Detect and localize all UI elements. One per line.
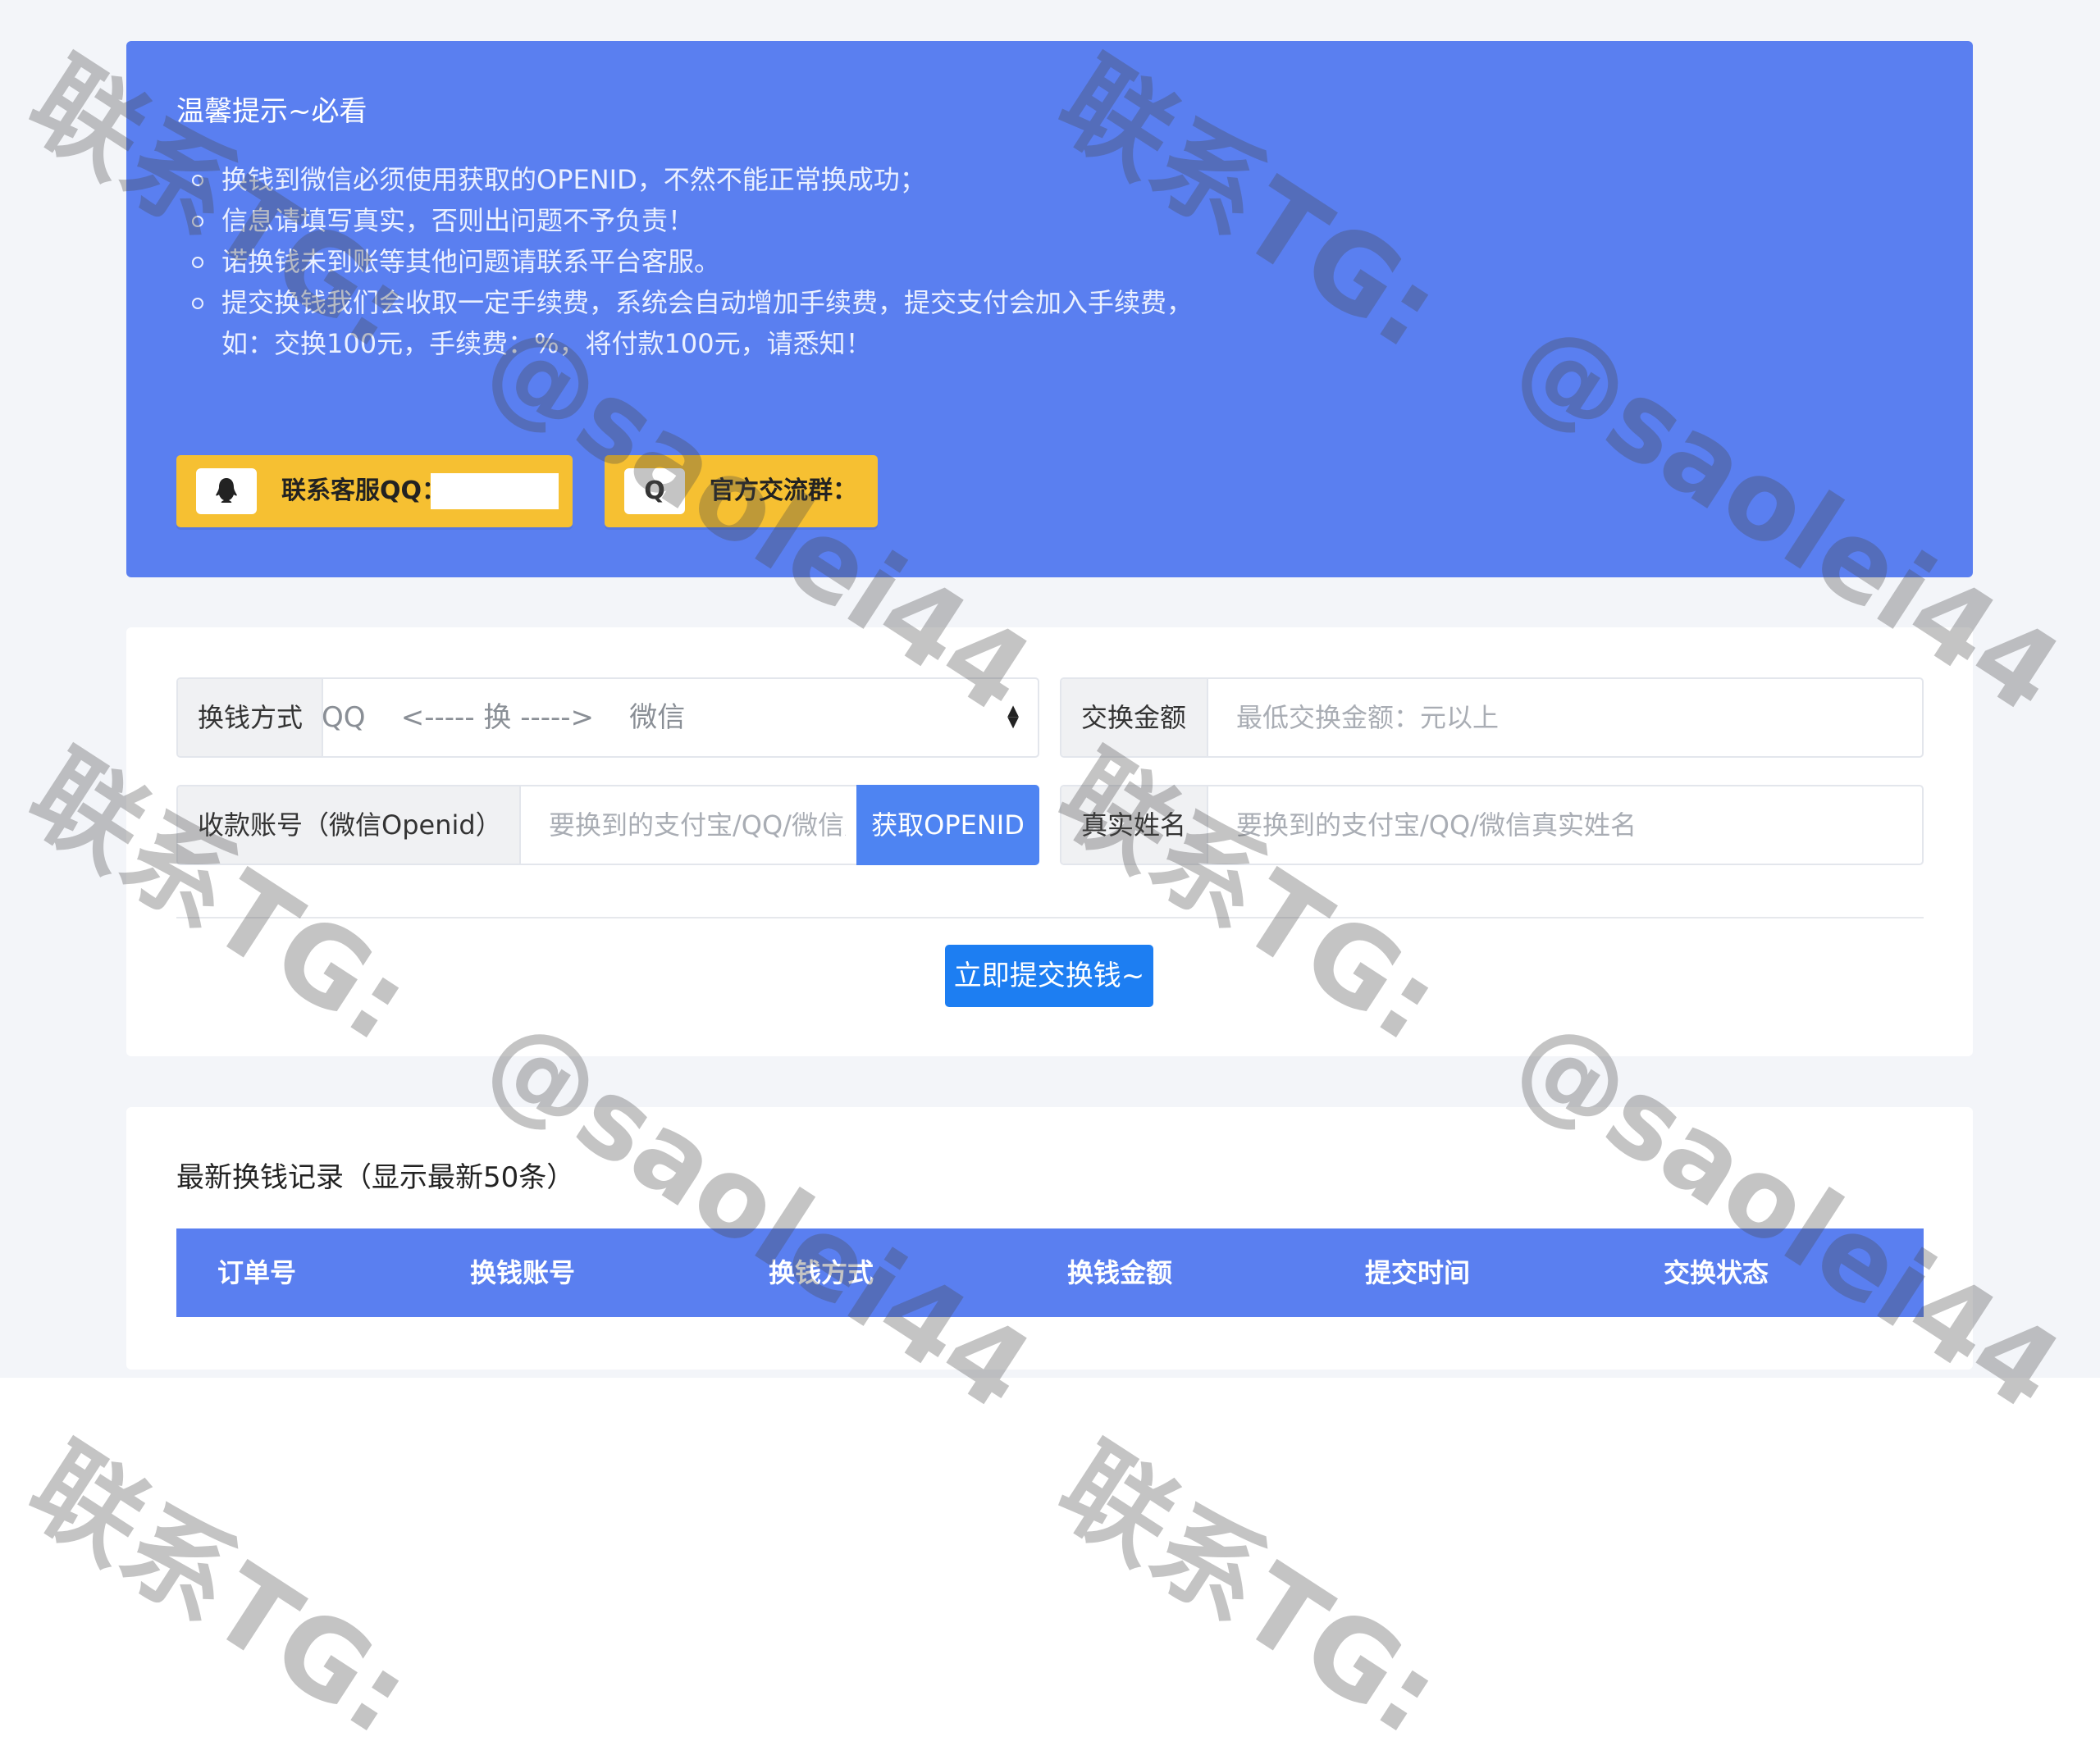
select-arrows-icon: ▲ ▼ xyxy=(1007,702,1019,731)
exchange-method-value: QQ <----- 换 -----> 微信 xyxy=(322,701,686,734)
receiving-account-group: 收款账号（微信Openid） 要换到的支付宝/QQ/微信账号 xyxy=(176,785,882,865)
notice-item: 信息请填写真实，否则出问题不予负责！ xyxy=(192,200,1206,241)
receiving-account-input[interactable]: 要换到的支付宝/QQ/微信账号 xyxy=(549,786,846,864)
contact-support-qq-button[interactable]: 联系客服QQ： xyxy=(176,455,573,527)
exchange-amount-input[interactable]: 最低交换金额：元以上 xyxy=(1236,679,1906,756)
column-header-status: 交换状态 xyxy=(1664,1257,1769,1288)
real-name-group: 真实姓名 要换到的支付宝/QQ/微信真实姓名 xyxy=(1060,785,1924,865)
column-header-order-no: 订单号 xyxy=(217,1257,297,1288)
notice-panel: 温馨提示~必看 换钱到微信必须使用获取的OPENID，不然不能正常换成功； 信息… xyxy=(126,41,1973,577)
qq-penguin-icon xyxy=(196,468,257,514)
exchange-amount-label: 交换金额 xyxy=(1061,679,1208,756)
records-table-header: 订单号 换钱账号 换钱方式 换钱金额 提交时间 交换状态 xyxy=(176,1228,1924,1317)
notice-item: 诺换钱未到账等其他问题请联系平台客服。 xyxy=(192,241,1206,282)
real-name-label: 真实姓名 xyxy=(1061,786,1208,864)
exchange-method-select[interactable]: 换钱方式 QQ <----- 换 -----> 微信 ▲ ▼ xyxy=(176,677,1039,758)
column-header-method: 换钱方式 xyxy=(769,1257,874,1288)
official-group-button[interactable]: Q 官方交流群： xyxy=(605,455,878,527)
page-footer-area xyxy=(8,1378,2100,1578)
column-header-amount: 换钱金额 xyxy=(1067,1257,1173,1288)
records-card: 最新换钱记录（显示最新50条） 订单号 换钱账号 换钱方式 换钱金额 提交时间 … xyxy=(126,1107,1973,1370)
notice-list: 换钱到微信必须使用获取的OPENID，不然不能正常换成功； 信息请填写真实，否则… xyxy=(176,159,1206,364)
get-openid-button[interactable]: 获取OPENID xyxy=(856,785,1039,865)
submit-exchange-button[interactable]: 立即提交换钱~ xyxy=(945,945,1153,1007)
form-divider xyxy=(176,917,1924,918)
notice-item: 换钱到微信必须使用获取的OPENID，不然不能正常换成功； xyxy=(192,159,1206,200)
notice-title: 温馨提示~必看 xyxy=(176,95,368,128)
contact-support-label: 联系客服QQ： xyxy=(281,476,447,505)
exchange-method-label: 换钱方式 xyxy=(178,679,323,756)
official-group-label: 官方交流群： xyxy=(710,476,857,505)
column-header-account: 换钱账号 xyxy=(470,1257,576,1288)
qq-number-box xyxy=(431,473,559,509)
exchange-amount-group: 交换金额 最低交换金额：元以上 xyxy=(1060,677,1924,758)
notice-item: 提交换钱我们会收取一定手续费，系统会自动增加手续费，提交支付会加入手续费，如：交… xyxy=(192,282,1206,364)
receiving-account-label: 收款账号（微信Openid） xyxy=(178,786,521,864)
group-search-icon: Q xyxy=(624,468,685,514)
column-header-submit-time: 提交时间 xyxy=(1365,1257,1471,1288)
real-name-input[interactable]: 要换到的支付宝/QQ/微信真实姓名 xyxy=(1236,786,1906,864)
records-title: 最新换钱记录（显示最新50条） xyxy=(176,1161,575,1194)
